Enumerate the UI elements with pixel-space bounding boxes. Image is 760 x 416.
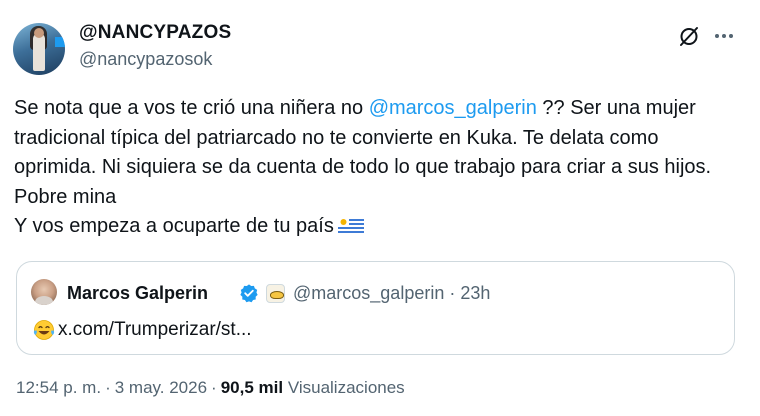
quoted-tweet-text[interactable]: x.com/Trumperizar/st... xyxy=(58,319,252,341)
mention-link[interactable]: @marcos_galperin xyxy=(369,97,537,119)
tweet-text-part1: Se nota que a vos te crió una niñera no xyxy=(14,97,369,119)
tweet-footer: 12:54 p. m. · 3 may. 2026 · 90,5 mil Visuali… xyxy=(16,378,405,398)
author-display-name[interactable]: @NANCYPAZOS xyxy=(79,22,231,44)
quoted-time[interactable]: 23h xyxy=(460,283,490,303)
tweet-date[interactable]: 3 may. 2026 xyxy=(115,378,207,397)
author-avatar[interactable] xyxy=(13,23,65,75)
quoted-meta: @marcos_galperin · 23h xyxy=(293,283,490,304)
quoted-separator: · xyxy=(449,283,456,303)
quoted-author-name[interactable]: Marcos Galperin xyxy=(67,283,208,304)
more-options-icon[interactable] xyxy=(712,24,736,48)
footer-separator: · xyxy=(105,378,111,397)
quoted-handle[interactable]: @marcos_galperin xyxy=(293,283,444,303)
verified-badge-icon xyxy=(240,284,258,303)
views-label: Visualizaciones xyxy=(287,378,405,397)
quoted-author-avatar[interactable] xyxy=(31,279,57,305)
views-count: 90,5 mil xyxy=(220,378,284,397)
grok-icon[interactable] xyxy=(677,24,701,48)
face-with-tears-of-joy-icon xyxy=(33,320,55,340)
footer-separator-2: · xyxy=(211,378,217,397)
tweet: @NANCYPAZOS @nancypazosok Se nota que a … xyxy=(0,0,760,416)
affiliation-badge-icon[interactable] xyxy=(266,284,285,303)
author-handle[interactable]: @nancypazosok xyxy=(79,49,212,70)
tweet-time[interactable]: 12:54 p. m. xyxy=(16,378,101,397)
uruguay-flag-icon xyxy=(337,217,364,235)
tweet-text: Se nota que a vos te crió una niñera no … xyxy=(14,94,744,242)
